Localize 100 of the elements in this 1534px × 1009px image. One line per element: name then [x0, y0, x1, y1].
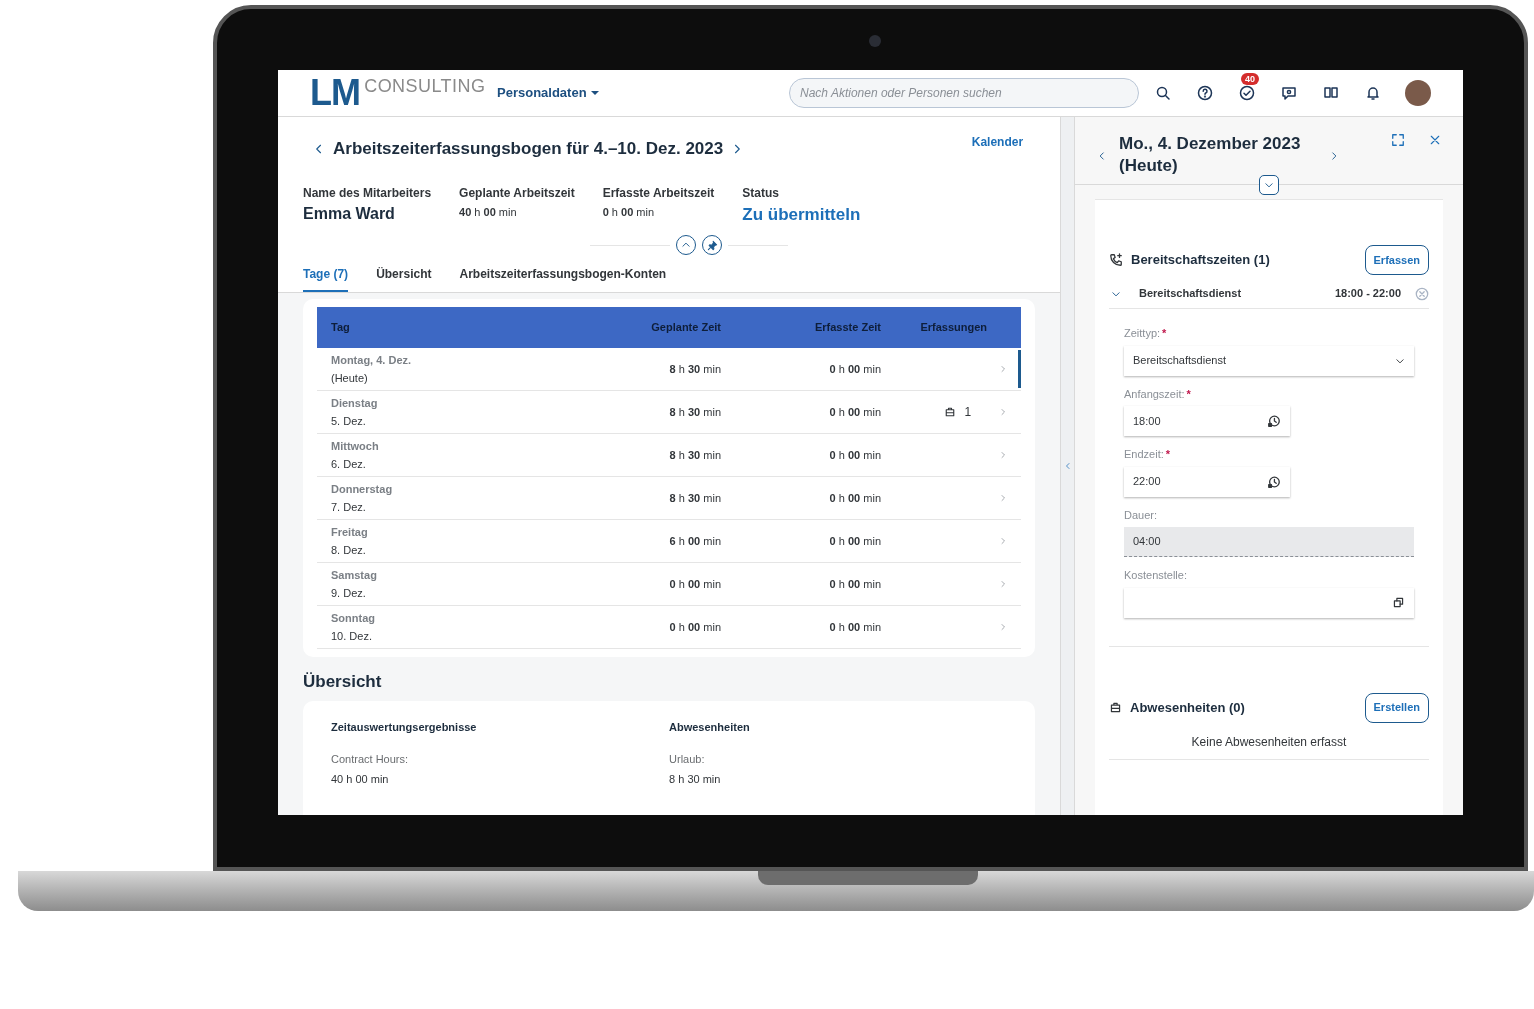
- day-date: 8. Dez.: [331, 543, 367, 558]
- phone-icon: [1109, 253, 1123, 267]
- field-label: Dauer:: [1124, 507, 1158, 523]
- recorded-time: 0 h 00 min: [828, 533, 881, 549]
- chevron-down-icon: [1264, 180, 1274, 190]
- day-name: Dienstag: [331, 396, 379, 411]
- logo-text: LM: [310, 78, 361, 108]
- day-name: Samstag: [331, 568, 378, 583]
- attribute-label: Status: [742, 184, 780, 202]
- day-date: 6. Dez.: [331, 457, 367, 472]
- field-label: Contract Hours:: [331, 752, 410, 767]
- planned-time: 6 h 00 min: [668, 533, 721, 549]
- chevron-right-icon[interactable]: [1329, 151, 1339, 161]
- suitcase-icon: [944, 406, 957, 418]
- attribute-label: Geplante Arbeitszeit: [459, 184, 575, 202]
- employee-name: Emma Ward: [303, 203, 396, 224]
- suitcase-icon: [1109, 701, 1122, 714]
- time-input[interactable]: 22:00: [1124, 466, 1290, 497]
- caret-icon: [590, 91, 599, 95]
- day-name: Donnerstag: [331, 482, 394, 497]
- notification-icon[interactable]: [1365, 85, 1381, 101]
- day-date: 7. Dez.: [331, 500, 367, 515]
- day-name: Montag, 4. Dez.: [331, 353, 413, 368]
- expand-icon[interactable]: [1391, 133, 1405, 147]
- chevron-up-icon: [681, 240, 692, 250]
- dropdown-field[interactable]: Bereitschaftsdienst: [1124, 345, 1414, 376]
- help-icon[interactable]: [1197, 85, 1213, 101]
- book-icon[interactable]: [1323, 85, 1339, 101]
- day-date: 10. Dez.: [331, 629, 373, 644]
- table-row[interactable]: Montag, 4. Dez. (Heute) 8 h 30 min 0 h 00 min: [317, 348, 1022, 391]
- recorded-time: 0 h 00 min: [828, 404, 881, 420]
- day-date: (Heute): [331, 371, 369, 386]
- cost-center-input[interactable]: [1124, 587, 1414, 618]
- day-date: 9. Dez.: [331, 586, 367, 601]
- field-label: Endzeit:: [1124, 447, 1164, 462]
- tab[interactable]: Arbeitszeiterfassungsbogen-Konten: [459, 265, 667, 292]
- chevron-left-icon[interactable]: [1097, 151, 1107, 161]
- empty-message: Keine Abwesenheiten erfasst: [1191, 733, 1347, 751]
- duration-field: 04:00: [1124, 527, 1414, 557]
- personal-data-menu[interactable]: Personaldaten: [497, 83, 599, 103]
- planned-time: 8 h 30 min: [668, 404, 721, 420]
- pin-icon: [706, 239, 718, 251]
- table-row[interactable]: Mittwoch 6. Dez. 8 h 30 min 0 h 00 min: [317, 434, 1022, 477]
- capture-button[interactable]: Erfassen: [1364, 245, 1429, 275]
- planned-time: 0 h 00 min: [668, 619, 721, 635]
- column-header: Erfasste Zeit: [813, 320, 881, 336]
- status-value: Zu übermitteln: [742, 203, 861, 226]
- task-check-icon[interactable]: [1239, 85, 1255, 101]
- planned-time: 0 h 00 min: [668, 576, 721, 592]
- clock-icon: [1267, 474, 1281, 489]
- time-value: 0 h 00 min: [602, 204, 656, 220]
- day-title: Mo., 4. Dezember 2023 (Heute): [1119, 133, 1302, 177]
- day-date: 5. Dez.: [331, 414, 367, 429]
- section-title: Übersicht: [303, 671, 383, 693]
- recorded-time: 0 h 00 min: [828, 361, 881, 377]
- table-row[interactable]: Samstag 9. Dez. 0 h 00 min 0 h 00 min: [317, 563, 1022, 606]
- time-input[interactable]: 18:00: [1124, 406, 1290, 436]
- entry-count: 1: [964, 404, 972, 421]
- required-mark: *: [1186, 386, 1191, 402]
- avatar[interactable]: [1405, 80, 1431, 106]
- table-row[interactable]: Donnerstag 7. Dez. 8 h 30 min 0 h 00 min: [317, 477, 1022, 520]
- chat-icon[interactable]: [1281, 85, 1297, 101]
- day-name: Sonntag: [331, 611, 376, 626]
- field-label: Urlaub:: [669, 752, 706, 767]
- attribute-label: Erfasste Arbeitszeit: [602, 184, 715, 202]
- section-title: Abwesenheiten (0): [1130, 698, 1245, 717]
- field-label: Kostenstelle:: [1124, 568, 1187, 583]
- field-label: Anfangszeit:: [1124, 386, 1185, 402]
- recorded-time: 0 h 00 min: [828, 490, 881, 506]
- clock-icon: [1267, 414, 1281, 428]
- required-mark: *: [1165, 447, 1171, 462]
- day-name: Freitag: [331, 525, 369, 540]
- camera-icon: [869, 35, 881, 47]
- field-label: Zeittyp:: [1124, 326, 1161, 341]
- copy-icon: [1392, 596, 1405, 609]
- column-header: Erfassungen: [919, 320, 988, 336]
- logo-text: CONSULTING: [364, 78, 486, 94]
- column-header: Tag: [331, 320, 351, 336]
- calendar-link[interactable]: Kalender: [971, 133, 1024, 151]
- create-button[interactable]: Erstellen: [1364, 692, 1429, 723]
- field-value: 8 h 30 min: [669, 771, 722, 787]
- search-field[interactable]: Nach Aktionen oder Personen suchen: [789, 78, 1139, 108]
- sheet-title: Arbeitszeiterfassungsbogen für 4.–10. Dez. 2023: [333, 138, 724, 160]
- recorded-time: 0 h 00 min: [828, 619, 881, 635]
- entry-time: 18:00 - 22:00: [1334, 286, 1401, 302]
- required-mark: *: [1162, 326, 1167, 341]
- table-row[interactable]: Dienstag 5. Dez. 8 h 30 min 0 h 00 min 1: [317, 391, 1022, 434]
- column-header: Geplante Zeit: [650, 320, 721, 336]
- table-row[interactable]: Sonntag 10. Dez. 0 h 00 min 0 h 00 min: [317, 606, 1022, 649]
- planned-time: 8 h 30 min: [668, 361, 721, 377]
- search-icon[interactable]: [1155, 85, 1171, 101]
- section-title: Bereitschaftszeiten (1): [1131, 251, 1270, 270]
- tab[interactable]: Tage (7): [303, 265, 349, 292]
- expand-header-button[interactable]: [1259, 175, 1279, 195]
- close-icon[interactable]: [1429, 134, 1441, 146]
- attribute-label: Name des Mitarbeiters: [303, 184, 432, 202]
- tab[interactable]: Übersicht: [376, 265, 432, 292]
- day-name: Mittwoch: [331, 439, 380, 454]
- table-row[interactable]: Freitag 8. Dez. 6 h 00 min 0 h 00 min: [317, 520, 1022, 563]
- entry-name: Bereitschaftsdienst: [1139, 286, 1242, 302]
